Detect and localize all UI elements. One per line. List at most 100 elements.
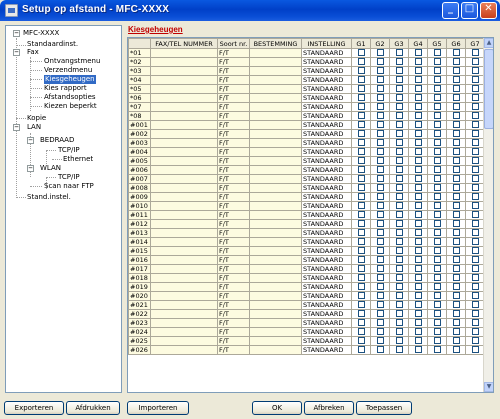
group-checkbox[interactable] bbox=[471, 274, 479, 282]
group-checkbox[interactable] bbox=[376, 139, 384, 147]
group-checkbox[interactable] bbox=[452, 292, 460, 300]
group-checkbox[interactable] bbox=[414, 310, 422, 318]
fax-tel-number-cell[interactable] bbox=[150, 318, 218, 328]
group-checkbox[interactable] bbox=[376, 337, 384, 345]
group-checkbox[interactable] bbox=[395, 103, 403, 111]
maximize-button[interactable]: □ bbox=[461, 2, 478, 19]
destination-cell[interactable] bbox=[249, 336, 302, 346]
destination-cell[interactable] bbox=[249, 318, 302, 328]
group-checkbox[interactable] bbox=[357, 58, 365, 66]
group-checkbox[interactable] bbox=[357, 175, 365, 183]
number-type-cell[interactable]: F/T bbox=[217, 309, 250, 319]
cancel-button[interactable]: Afbreken bbox=[304, 401, 354, 415]
group-checkbox[interactable] bbox=[471, 202, 479, 210]
group-checkbox[interactable] bbox=[357, 256, 365, 264]
setting-cell[interactable]: STANDAARD bbox=[301, 183, 352, 193]
group-checkbox[interactable] bbox=[452, 175, 460, 183]
group-checkbox[interactable] bbox=[471, 247, 479, 255]
group-checkbox[interactable] bbox=[395, 283, 403, 291]
destination-cell[interactable] bbox=[249, 327, 302, 337]
fax-tel-number-cell[interactable] bbox=[150, 255, 218, 265]
close-button[interactable]: ✕ bbox=[480, 2, 497, 19]
collapse-fax-icon[interactable]: − bbox=[13, 49, 20, 56]
group-checkbox[interactable] bbox=[452, 139, 460, 147]
group-checkbox[interactable] bbox=[357, 130, 365, 138]
group-checkbox[interactable] bbox=[395, 49, 403, 57]
tree-item-lan[interactable]: LAN bbox=[27, 123, 41, 132]
setting-cell[interactable]: STANDAARD bbox=[301, 201, 352, 211]
number-type-cell[interactable]: F/T bbox=[217, 255, 250, 265]
destination-cell[interactable] bbox=[249, 237, 302, 247]
group-checkbox[interactable] bbox=[376, 256, 384, 264]
setting-cell[interactable]: STANDAARD bbox=[301, 165, 352, 175]
group-checkbox[interactable] bbox=[452, 220, 460, 228]
group-checkbox[interactable] bbox=[433, 265, 441, 273]
group-checkbox[interactable] bbox=[395, 346, 403, 354]
group-checkbox[interactable] bbox=[414, 274, 422, 282]
collapse-root-icon[interactable]: − bbox=[13, 30, 20, 37]
group-checkbox[interactable] bbox=[376, 346, 384, 354]
group-checkbox[interactable] bbox=[376, 301, 384, 309]
destination-cell[interactable] bbox=[249, 345, 302, 355]
group-checkbox[interactable] bbox=[376, 130, 384, 138]
group-checkbox[interactable] bbox=[395, 139, 403, 147]
fax-tel-number-cell[interactable] bbox=[150, 129, 218, 139]
group-checkbox[interactable] bbox=[433, 175, 441, 183]
group-checkbox[interactable] bbox=[452, 274, 460, 282]
group-checkbox[interactable] bbox=[414, 130, 422, 138]
scroll-up-arrow-icon[interactable]: ▲ bbox=[484, 38, 493, 48]
group-checkbox[interactable] bbox=[395, 112, 403, 120]
destination-cell[interactable] bbox=[249, 93, 302, 103]
destination-cell[interactable] bbox=[249, 210, 302, 220]
group-checkbox[interactable] bbox=[376, 220, 384, 228]
setting-cell[interactable]: STANDAARD bbox=[301, 237, 352, 247]
destination-cell[interactable] bbox=[249, 264, 302, 274]
fax-tel-number-cell[interactable] bbox=[150, 93, 218, 103]
destination-cell[interactable] bbox=[249, 66, 302, 76]
group-checkbox[interactable] bbox=[452, 256, 460, 264]
group-checkbox[interactable] bbox=[376, 211, 384, 219]
number-type-cell[interactable]: F/T bbox=[217, 201, 250, 211]
group-checkbox[interactable] bbox=[414, 346, 422, 354]
destination-cell[interactable] bbox=[249, 255, 302, 265]
setting-cell[interactable]: STANDAARD bbox=[301, 210, 352, 220]
group-checkbox[interactable] bbox=[452, 148, 460, 156]
group-checkbox[interactable] bbox=[471, 139, 479, 147]
setting-cell[interactable]: STANDAARD bbox=[301, 219, 352, 229]
setting-cell[interactable]: STANDAARD bbox=[301, 48, 352, 58]
group-checkbox[interactable] bbox=[471, 337, 479, 345]
group-checkbox[interactable] bbox=[395, 319, 403, 327]
fax-tel-number-cell[interactable] bbox=[150, 282, 218, 292]
number-type-cell[interactable]: F/T bbox=[217, 57, 250, 67]
setting-cell[interactable]: STANDAARD bbox=[301, 147, 352, 157]
group-checkbox[interactable] bbox=[376, 58, 384, 66]
group-checkbox[interactable] bbox=[433, 94, 441, 102]
group-checkbox[interactable] bbox=[376, 184, 384, 192]
destination-cell[interactable] bbox=[249, 48, 302, 58]
fax-tel-number-cell[interactable] bbox=[150, 336, 218, 346]
group-checkbox[interactable] bbox=[414, 76, 422, 84]
setting-cell[interactable]: STANDAARD bbox=[301, 120, 352, 130]
group-checkbox[interactable] bbox=[357, 238, 365, 246]
group-checkbox[interactable] bbox=[395, 121, 403, 129]
number-type-cell[interactable]: F/T bbox=[217, 165, 250, 175]
fax-tel-number-cell[interactable] bbox=[150, 327, 218, 337]
group-checkbox[interactable] bbox=[452, 76, 460, 84]
group-checkbox[interactable] bbox=[471, 49, 479, 57]
group-checkbox[interactable] bbox=[357, 184, 365, 192]
group-checkbox[interactable] bbox=[433, 229, 441, 237]
setting-cell[interactable]: STANDAARD bbox=[301, 192, 352, 202]
group-checkbox[interactable] bbox=[395, 193, 403, 201]
setting-cell[interactable]: STANDAARD bbox=[301, 318, 352, 328]
group-checkbox[interactable] bbox=[395, 337, 403, 345]
destination-cell[interactable] bbox=[249, 219, 302, 229]
fax-tel-number-cell[interactable] bbox=[150, 345, 218, 355]
destination-cell[interactable] bbox=[249, 201, 302, 211]
group-checkbox[interactable] bbox=[433, 220, 441, 228]
group-checkbox[interactable] bbox=[433, 112, 441, 120]
group-checkbox[interactable] bbox=[414, 211, 422, 219]
group-checkbox[interactable] bbox=[452, 85, 460, 93]
group-checkbox[interactable] bbox=[471, 103, 479, 111]
group-checkbox[interactable] bbox=[414, 121, 422, 129]
setting-cell[interactable]: STANDAARD bbox=[301, 300, 352, 310]
